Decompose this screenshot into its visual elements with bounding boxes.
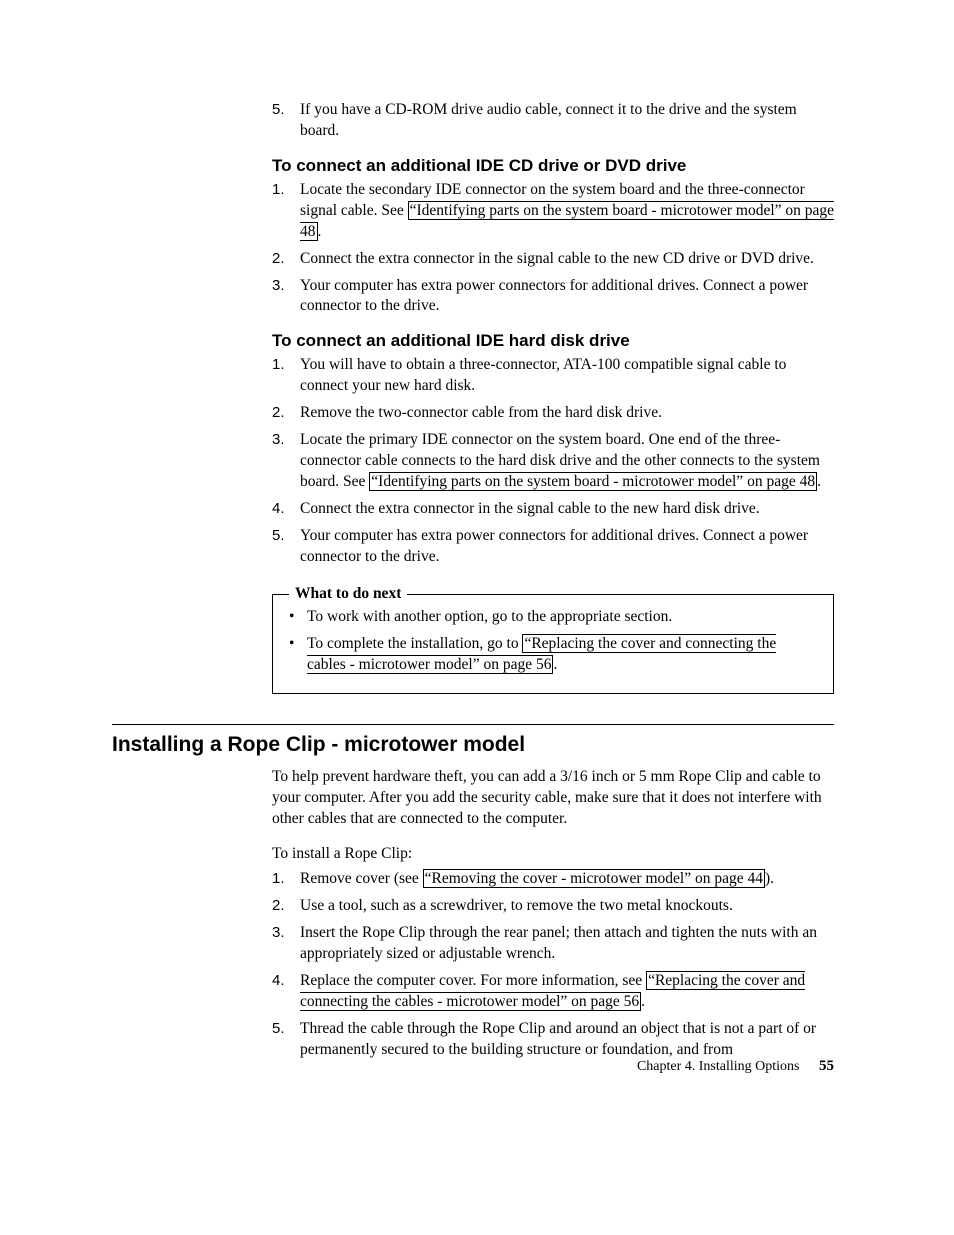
heading-hard-disk: To connect an additional IDE hard disk d… — [272, 331, 834, 351]
section-divider — [112, 724, 834, 725]
list-rope-clip: 1. Remove cover (see “Removing the cover… — [272, 869, 834, 1060]
list-item: 1. You will have to obtain a three-conne… — [272, 355, 834, 397]
list-text-post: . — [641, 993, 645, 1010]
list-text: Your computer has extra power connectors… — [300, 277, 808, 315]
list-number: 2. — [272, 249, 285, 269]
list-item: 2. Remove the two-connector cable from t… — [272, 403, 834, 424]
list-text-post: . — [553, 656, 557, 673]
list-item: 2. Connect the extra connector in the si… — [272, 249, 834, 270]
content-column: To help prevent hardware theft, you can … — [272, 767, 834, 1060]
list-number: 5. — [272, 100, 285, 120]
lead-paragraph: To install a Rope Clip: — [272, 844, 834, 865]
intro-paragraph: To help prevent hardware theft, you can … — [272, 767, 834, 830]
list-text-post: . — [318, 223, 322, 240]
list-item: 5. Thread the cable through the Rope Cli… — [272, 1019, 834, 1061]
list-item: • To work with another option, go to the… — [289, 607, 817, 628]
footer-page-number: 55 — [819, 1058, 834, 1074]
list-text: Connect the extra connector in the signa… — [300, 250, 814, 267]
list-number: 1. — [272, 355, 285, 375]
list-item: 1. Remove cover (see “Removing the cover… — [272, 869, 834, 890]
list-text-pre: Replace the computer cover. For more inf… — [300, 972, 646, 989]
list-item: 5. Your computer has extra power connect… — [272, 526, 834, 568]
list-number: 3. — [272, 276, 285, 296]
list-item: 4. Connect the extra connector in the si… — [272, 499, 834, 520]
list-item: 4. Replace the computer cover. For more … — [272, 971, 834, 1013]
list-text: Use a tool, such as a screwdriver, to re… — [300, 897, 733, 914]
list-text-pre: To complete the installation, go to — [307, 635, 522, 652]
list-item: 5. If you have a CD-ROM drive audio cabl… — [272, 100, 834, 142]
list-text-post: ). — [765, 870, 774, 887]
list-item: 3. Insert the Rope Clip through the rear… — [272, 923, 834, 965]
list-text: Insert the Rope Clip through the rear pa… — [300, 924, 817, 962]
list-item: • To complete the installation, go to “R… — [289, 634, 817, 676]
list-top-continuation: 5. If you have a CD-ROM drive audio cabl… — [272, 100, 834, 142]
content-column: 5. If you have a CD-ROM drive audio cabl… — [272, 100, 834, 694]
list-text: Connect the extra connector in the signa… — [300, 500, 760, 517]
section-title-rope-clip: Installing a Rope Clip - microtower mode… — [112, 733, 834, 757]
list-item: 2. Use a tool, such as a screwdriver, to… — [272, 896, 834, 917]
next-list: • To work with another option, go to the… — [289, 607, 817, 676]
list-text: If you have a CD-ROM drive audio cable, … — [300, 101, 797, 139]
list-number: 4. — [272, 971, 285, 991]
list-number: 1. — [272, 869, 285, 889]
list-number: 4. — [272, 499, 285, 519]
box-legend: What to do next — [289, 585, 407, 603]
list-text: Remove the two-connector cable from the … — [300, 404, 662, 421]
bullet-icon: • — [289, 607, 294, 628]
list-item: 3. Your computer has extra power connect… — [272, 276, 834, 318]
heading-cd-dvd: To connect an additional IDE CD drive or… — [272, 156, 834, 176]
list-number: 5. — [272, 526, 285, 546]
list-item: 1. Locate the secondary IDE connector on… — [272, 180, 834, 243]
list-hard-disk: 1. You will have to obtain a three-conne… — [272, 355, 834, 567]
page-footer: Chapter 4. Installing Options 55 — [637, 1058, 834, 1075]
list-number: 2. — [272, 896, 285, 916]
list-number: 3. — [272, 923, 285, 943]
list-number: 3. — [272, 430, 285, 450]
list-text: Thread the cable through the Rope Clip a… — [300, 1020, 816, 1058]
list-text: To work with another option, go to the a… — [307, 608, 672, 625]
list-number: 2. — [272, 403, 285, 423]
list-number: 1. — [272, 180, 285, 200]
list-text: Your computer has extra power connectors… — [300, 527, 808, 565]
list-number: 5. — [272, 1019, 285, 1039]
xref-link[interactable]: “Removing the cover - microtower model” … — [423, 869, 765, 888]
list-text: You will have to obtain a three-connecto… — [300, 356, 786, 394]
list-item: 3. Locate the primary IDE connector on t… — [272, 430, 834, 493]
bullet-icon: • — [289, 634, 294, 655]
xref-link[interactable]: “Identifying parts on the system board -… — [369, 472, 817, 491]
page: 5. If you have a CD-ROM drive audio cabl… — [0, 0, 954, 1135]
footer-chapter: Chapter 4. Installing Options — [637, 1059, 800, 1074]
list-cd-dvd: 1. Locate the secondary IDE connector on… — [272, 180, 834, 318]
list-text-pre: Remove cover (see — [300, 870, 423, 887]
what-to-do-next-box: What to do next • To work with another o… — [272, 594, 834, 695]
list-text-post: . — [817, 473, 821, 490]
